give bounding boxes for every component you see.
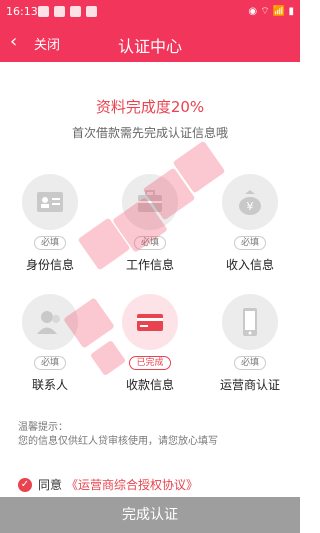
progress-subtitle: 首次借款需先完成认证信息哦 xyxy=(71,126,228,140)
status-badge: 必填 xyxy=(233,356,266,370)
card-label: 工作信息 xyxy=(125,258,174,272)
card-label: 运营商认证 xyxy=(219,378,280,392)
tips-title: 温馨提示： xyxy=(18,422,68,433)
notification-icon xyxy=(38,6,49,17)
progress-title: 资料完成度20% xyxy=(95,98,205,116)
status-badge: 必填 xyxy=(33,356,66,370)
checkbox-checked-icon[interactable]: ✓ xyxy=(18,477,32,492)
submit-button[interactable]: 完成认证 xyxy=(0,497,300,533)
agreement-link[interactable]: 《运营商综合授权协议》 xyxy=(66,476,198,493)
page-title: 认证中心 xyxy=(117,37,182,56)
svg-text:¥: ¥ xyxy=(247,200,254,213)
card-payment[interactable]: 已完成 收款信息 xyxy=(110,294,190,393)
status-badge: 必填 xyxy=(233,236,266,250)
card-label: 联系人 xyxy=(31,378,68,392)
status-badge: 已完成 xyxy=(129,356,171,370)
id-card-icon xyxy=(22,174,78,230)
bank-card-icon xyxy=(122,294,178,350)
card-label: 收款信息 xyxy=(125,378,174,392)
phone-icon xyxy=(222,294,278,350)
notification-icon xyxy=(70,6,81,17)
status-badge: 必填 xyxy=(33,236,66,250)
card-income[interactable]: ¥ 必填 收入信息 xyxy=(210,174,290,273)
card-identity[interactable]: 必填 身份信息 xyxy=(10,174,90,273)
agreement-prefix: 同意 xyxy=(38,478,63,492)
status-time: 16:13 xyxy=(6,5,38,18)
card-label: 收入信息 xyxy=(225,258,274,272)
card-label: 身份信息 xyxy=(25,258,74,272)
tips-body: 您的信息仅供红人贷审核使用，请您放心填写 xyxy=(18,436,218,447)
card-carrier[interactable]: 必填 运营商认证 xyxy=(210,294,290,393)
notification-icon xyxy=(86,6,97,17)
notification-icon xyxy=(54,6,65,17)
status-indicators: ◉ ⌔ 📶 ▮ xyxy=(248,6,294,17)
nav-bar: ‹ 关闭 认证中心 xyxy=(0,24,300,62)
status-bar: 16:13 ◉ ⌔ 📶 ▮ xyxy=(0,0,300,24)
agreement-row[interactable]: ✓ 同意 《运营商综合授权协议》 xyxy=(18,476,198,493)
money-bag-icon: ¥ xyxy=(222,174,278,230)
